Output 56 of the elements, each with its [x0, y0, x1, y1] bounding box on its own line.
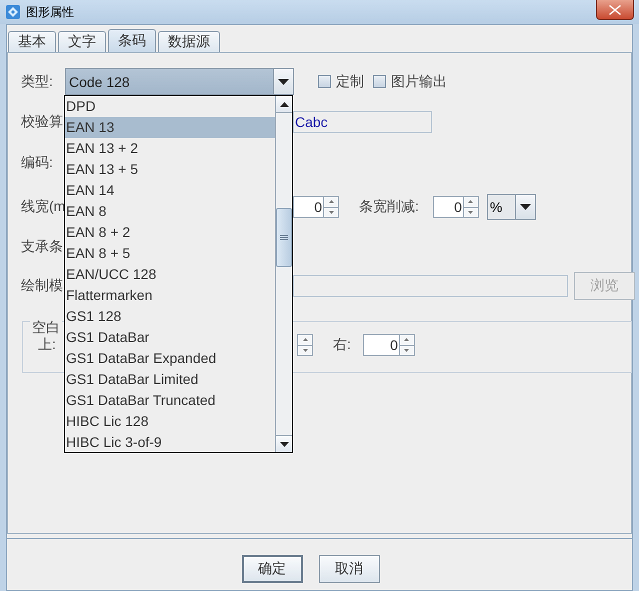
dropdown-item[interactable]: GS1 128 [65, 306, 275, 327]
field-label: 上: [37, 336, 56, 354]
close-button[interactable] [596, 0, 634, 20]
dropdown-item[interactable]: EAN 13 + 5 [65, 159, 275, 180]
dialog-button[interactable]: 取消 [318, 555, 380, 583]
checkbox-label: 图片输出 [391, 72, 447, 90]
tab[interactable]: 文字 [58, 31, 106, 52]
scroll-up-icon[interactable] [280, 102, 288, 106]
app-icon [6, 5, 20, 19]
dropdown-item[interactable]: EAN 13 [65, 117, 275, 138]
dropdown-item[interactable]: Flattermarken [65, 285, 275, 306]
dropdown-item[interactable]: GS1 DataBar Expanded [65, 348, 275, 369]
scroll-down-icon[interactable] [280, 442, 288, 446]
type-dropdown[interactable]: Code 128 [65, 68, 294, 95]
template-path-field[interactable] [293, 275, 568, 297]
field-label: 支承条 [21, 238, 63, 256]
dropdown-item[interactable]: GS1 DataBar Limited [65, 369, 275, 390]
dropdown-item[interactable]: HIBC Lic 3-of-9 [65, 432, 275, 453]
dropdown-item[interactable]: GS1 DataBar Truncated [65, 390, 275, 411]
stepper-buttons[interactable] [462, 196, 479, 218]
number-field[interactable]: 0 [362, 334, 399, 356]
stepper-buttons[interactable] [323, 196, 339, 218]
number-field[interactable]: 0 [293, 196, 323, 218]
number-field[interactable]: 0 [432, 196, 463, 218]
scrollbar[interactable] [275, 96, 292, 452]
dropdown-item[interactable]: DPD [65, 96, 275, 117]
field-label: 绘制模 [21, 277, 63, 295]
dropdown-item[interactable]: EAN 8 + 2 [65, 222, 275, 243]
dialog-button[interactable]: 确定 [242, 555, 302, 583]
grip-icon [280, 235, 288, 240]
dropdown-item[interactable]: HIBC Lic 128 [65, 411, 275, 432]
close-icon [609, 4, 621, 14]
field-label: 条宽削减: [359, 198, 419, 216]
checkbox[interactable] [318, 75, 331, 88]
dropdown-item[interactable]: EAN 8 [65, 201, 275, 222]
checkbox[interactable] [373, 75, 386, 88]
field-label: 右: [333, 336, 351, 354]
window-title: 图形属性 [26, 4, 74, 20]
dropdown-item[interactable]: EAN/UCC 128 [65, 264, 275, 285]
dropdown-item[interactable]: EAN 13 + 2 [65, 138, 275, 159]
caret-icon [520, 204, 531, 210]
caret-icon [278, 78, 289, 84]
checkbox-label: 定制 [336, 72, 364, 90]
stepper-buttons[interactable] [297, 334, 313, 356]
checksum-field[interactable]: Cabc [293, 111, 432, 133]
dropdown-item[interactable]: EAN 14 [65, 180, 275, 201]
tab[interactable]: 条码 [108, 29, 156, 52]
stepper-buttons[interactable] [398, 334, 415, 356]
field-label: 编码: [21, 154, 53, 172]
unit-dropdown[interactable]: % [486, 194, 536, 220]
dropdown-item[interactable]: EAN 8 + 5 [65, 243, 275, 264]
field-label: 校验算 [21, 113, 63, 131]
field-label: 类型: [21, 72, 54, 90]
tab[interactable]: 基本 [8, 31, 56, 52]
dropdown-item[interactable]: GS1 DataBar [65, 327, 275, 348]
tab[interactable]: 数据源 [158, 31, 220, 52]
